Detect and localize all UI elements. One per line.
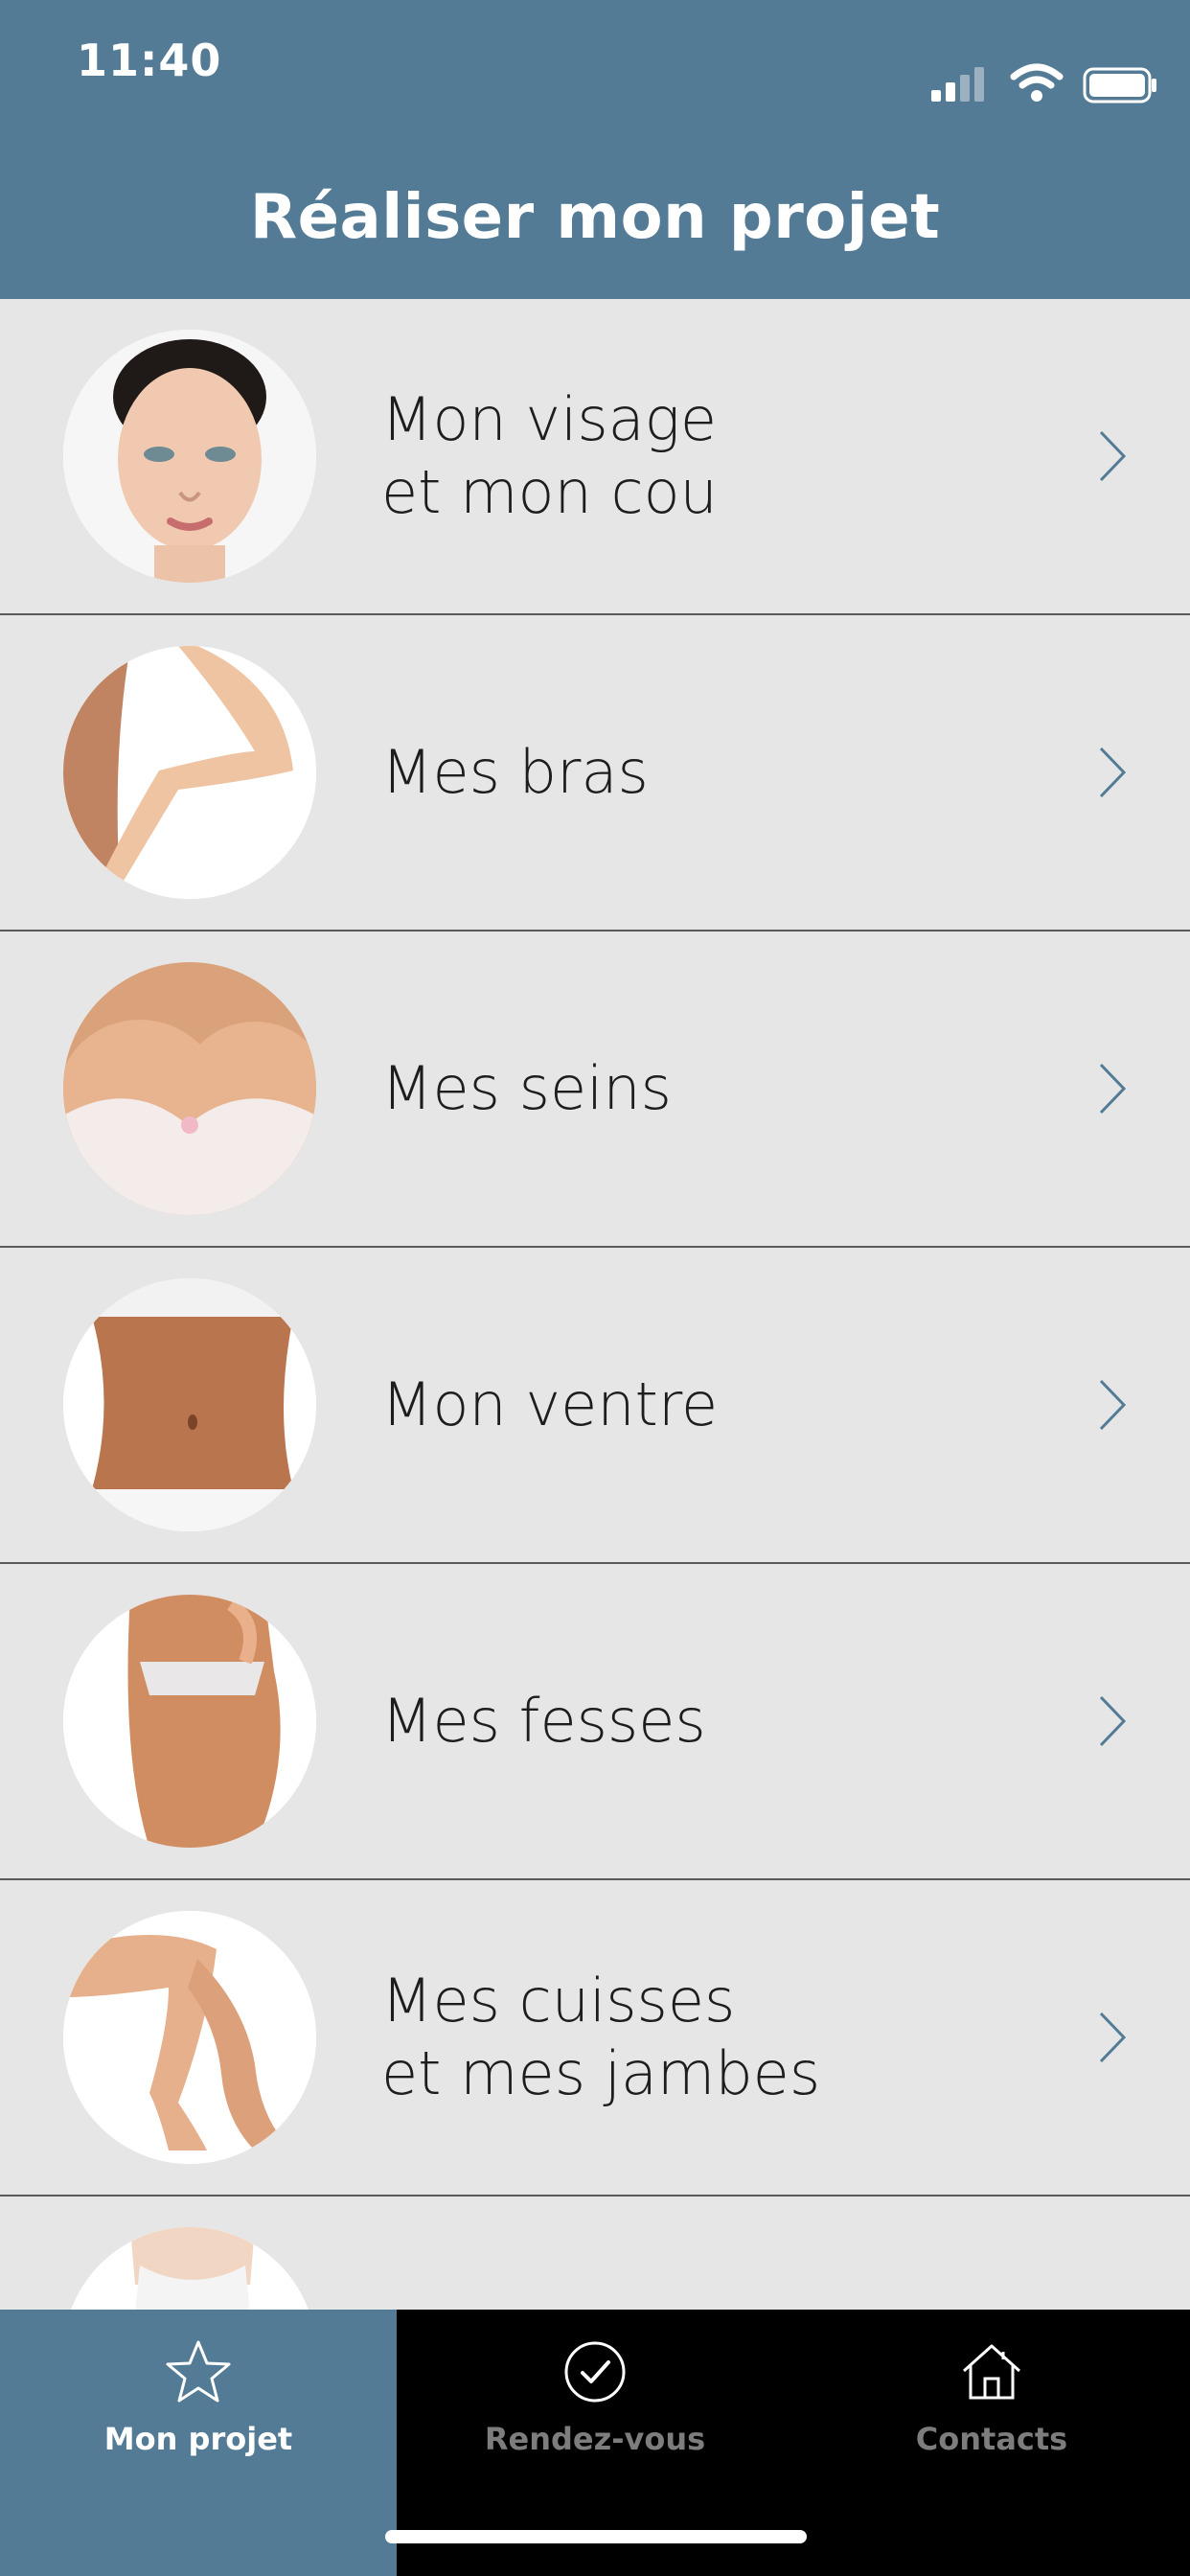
signal-icon — [931, 67, 984, 102]
page-title: Réaliser mon projet — [249, 182, 941, 253]
header: 11:40 Réaliser mon projet — [0, 0, 1190, 299]
belly-photo — [63, 1278, 316, 1531]
list-item-silhouette[interactable] — [0, 2196, 1190, 2310]
list-item-face[interactable]: Mon visage et mon cou — [0, 299, 1190, 615]
chevron-right-icon — [1099, 747, 1127, 798]
check-circle-icon — [564, 2341, 626, 2403]
home-indicator — [385, 2530, 807, 2543]
tab-label: Contacts — [915, 2421, 1068, 2457]
list-item-label: Mes bras — [381, 737, 649, 807]
tab-label: Mon projet — [103, 2421, 293, 2457]
chevron-right-icon — [1099, 430, 1127, 482]
chevron-right-icon — [1099, 1695, 1127, 1747]
buttocks-photo — [63, 1595, 316, 1848]
list-item-label: Mes seins — [381, 1053, 672, 1123]
list-item-arms[interactable]: Mes bras — [0, 615, 1190, 932]
tab-label: Rendez-vous — [484, 2421, 706, 2457]
chevron-right-icon — [1099, 1063, 1127, 1115]
list-item-label: Mon visage et mon cou — [381, 384, 718, 527]
status-time: 11:40 — [77, 34, 222, 86]
list-item-buttocks[interactable]: Mes fesses — [0, 1564, 1190, 1880]
star-icon — [166, 2340, 231, 2403]
list-item-belly[interactable]: Mon ventre — [0, 1248, 1190, 1564]
tab-contacts[interactable]: Contacts — [793, 2310, 1190, 2576]
tab-mon-projet[interactable]: Mon projet — [0, 2310, 397, 2576]
list-item-label: Mes fesses — [381, 1686, 706, 1756]
chevron-right-icon — [1099, 2012, 1127, 2063]
bust-photo — [63, 962, 316, 1215]
battery-icon — [1083, 67, 1156, 104]
list-item-label: Mon ventre — [381, 1369, 719, 1439]
face-photo — [63, 330, 316, 583]
body-area-list: Mon visage et mon cou Mes bras Mes seins… — [0, 299, 1190, 2310]
legs-photo — [63, 1911, 316, 2164]
arm-photo — [63, 646, 316, 899]
home-icon — [962, 2344, 1021, 2400]
wifi-icon — [1010, 63, 1064, 102]
silhouette-photo — [63, 2227, 316, 2310]
list-item-label: Mes cuisses et mes jambes — [381, 1966, 821, 2108]
list-item-bust[interactable]: Mes seins — [0, 932, 1190, 1248]
list-item-legs[interactable]: Mes cuisses et mes jambes — [0, 1880, 1190, 2196]
chevron-right-icon — [1099, 1379, 1127, 1431]
